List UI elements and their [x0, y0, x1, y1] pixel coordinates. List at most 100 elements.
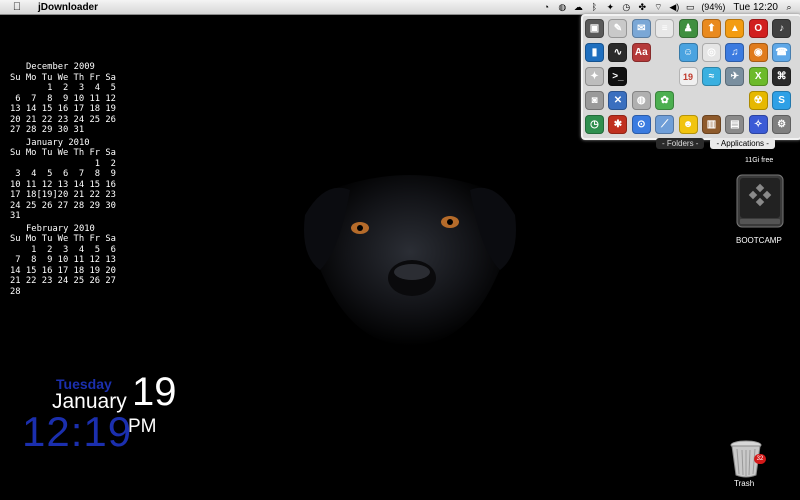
- trash-count-badge: 32: [754, 454, 766, 464]
- sys-pref-app-icon[interactable]: ⚙: [772, 115, 792, 134]
- calendar-month: January 2010 Su Mo Tu We Th Fr Sa 1 2 3 …: [10, 138, 116, 222]
- calendar-week-row: 6 7 8 9 10 11 12: [10, 93, 116, 104]
- opera-app-icon[interactable]: O: [748, 19, 768, 38]
- calendar-week-row: 10 11 12 13 14 15 16: [10, 179, 116, 190]
- empty-slot-5: [701, 91, 721, 110]
- empty-slot-2: [631, 67, 651, 86]
- calendar-week-row: 7 8 9 10 11 12 13: [10, 255, 116, 265]
- chrome-app-icon[interactable]: ◎: [701, 43, 721, 62]
- date-time-widget: Tuesday January 19 12:19 PM: [20, 370, 190, 460]
- trash-label[interactable]: Trash: [734, 479, 754, 488]
- growl-icon[interactable]: ✤: [637, 2, 647, 12]
- xbox-app-icon[interactable]: X: [748, 67, 768, 86]
- finder-app-icon[interactable]: ☺: [678, 43, 698, 62]
- calendar-weekday-header: Su Mo Tu We Th Fr Sa: [10, 72, 116, 83]
- script-app-icon[interactable]: ≡: [655, 19, 675, 38]
- adium-app-icon[interactable]: ☻: [678, 115, 698, 134]
- terminal-app-icon[interactable]: >_: [608, 67, 628, 86]
- preview-app-icon[interactable]: ▣: [585, 19, 604, 38]
- cloud-icon[interactable]: ☁: [573, 2, 583, 12]
- calendar-week-row: 21 22 23 24 25 26 27: [10, 276, 116, 286]
- menu-clock[interactable]: Tue 12:20: [733, 2, 778, 13]
- day-number: 19: [132, 370, 177, 414]
- calendar-week-row: 13 14 15 16 17 18 19: [10, 104, 116, 114]
- drive-label[interactable]: BOOTCAMP: [736, 236, 782, 245]
- calendar-week-row: 27 28 29 30 31: [10, 125, 85, 135]
- calendar-week-row: 14 15 16 17 18 19 20: [10, 265, 116, 276]
- camera-app-icon[interactable]: ◙: [585, 91, 604, 110]
- time-label: 12:19: [22, 408, 133, 455]
- system-info-app-icon[interactable]: ✦: [585, 67, 604, 86]
- time-machine-app-icon[interactable]: ◷: [585, 115, 604, 134]
- time-machine-icon[interactable]: ◷: [621, 2, 631, 12]
- empty-slot: [655, 43, 675, 62]
- stack-view-tabs: - Folders - - Applications -: [656, 138, 775, 149]
- volume-icon[interactable]: ◀): [669, 2, 679, 12]
- empty-slot-3: [655, 67, 675, 86]
- calendar-week-row: 31: [10, 211, 21, 221]
- drive-free-space: 11Gi free: [745, 157, 774, 164]
- calendar-week-row: 24 25 26 27 28 29 30: [10, 200, 116, 211]
- calendar-week-row: 28: [10, 286, 21, 297]
- calendar-weekday-header: Su Mo Tu We Th Fr Sa: [10, 234, 116, 244]
- hard-drive-icon[interactable]: [734, 171, 786, 231]
- activity-monitor-app-icon[interactable]: ∿: [608, 43, 628, 62]
- apple-menu-icon[interactable]: : [10, 0, 24, 14]
- dropbox-icon[interactable]: ✦: [605, 2, 615, 12]
- monitor-app-icon[interactable]: ◍: [631, 91, 651, 110]
- empty-slot-4: [678, 91, 698, 110]
- calendar-week-row: 20 21 22 23 24 25 26: [10, 114, 116, 125]
- calendar-weekday-header: Su Mo Tu We Th Fr Sa: [10, 148, 116, 158]
- globe-icon[interactable]: ◍: [557, 2, 567, 12]
- vlc-app-icon[interactable]: ▲: [725, 19, 745, 38]
- bluetooth-icon[interactable]: ᛒ: [589, 2, 599, 12]
- active-app-menu[interactable]: jDownloader: [38, 2, 98, 13]
- dictionary-app-icon[interactable]: Aa: [631, 43, 651, 62]
- calendar-month: December 2009 Su Mo Tu We Th Fr Sa 1 2 3…: [10, 62, 116, 136]
- fish-app-icon[interactable]: ≈: [701, 67, 721, 86]
- itunes-app-icon[interactable]: ♫: [725, 43, 745, 62]
- wifi-icon[interactable]: ⌔: [653, 2, 663, 12]
- firefox-app-icon[interactable]: ◉: [748, 43, 768, 62]
- audacity-app-icon[interactable]: ♪: [772, 19, 792, 38]
- ical-app-icon[interactable]: 19: [678, 67, 698, 86]
- utility-app-icon[interactable]: ▮: [585, 43, 604, 62]
- mail-app-icon[interactable]: ✉: [631, 19, 651, 38]
- calendar-month-title: February 2010: [26, 223, 95, 234]
- wallpaper-dog-image: [304, 175, 516, 346]
- xcode-app-icon[interactable]: ✕: [608, 91, 628, 110]
- battery-icon[interactable]: ▭: [685, 2, 695, 12]
- transmission-app-icon[interactable]: ⬆: [701, 19, 721, 38]
- calendar-week-row: 1 2: [10, 158, 116, 169]
- calendar-week-row: 3 4 5 6 7 8 9: [10, 169, 116, 179]
- calendar-month-title: December 2009: [26, 62, 95, 72]
- empty-slot-6: [725, 91, 745, 110]
- books-app-icon[interactable]: ▥: [701, 115, 721, 134]
- red-app-icon[interactable]: ✱: [608, 115, 628, 134]
- menu-extras: ◔ ◍ ☁ ᛒ ✦ ◷ ✤ ⌔ ◀) ▭ (94%) Tue 12:20 ⌕: [541, 0, 800, 14]
- calendar-week-row: 1 2 3 4 5: [10, 83, 116, 93]
- timer-icon[interactable]: ◔: [541, 2, 551, 12]
- skype-app-icon[interactable]: S: [772, 91, 792, 110]
- calendar-week-row: 17 18[19]20 21 22 23: [10, 190, 116, 200]
- clover-app-icon[interactable]: ✿: [655, 91, 675, 110]
- calendar-month: February 2010 Su Mo Tu We Th Fr Sa 1 2 3…: [10, 224, 116, 298]
- battery-percent[interactable]: (94%): [701, 2, 725, 12]
- spotlight-icon[interactable]: ⌕: [784, 2, 794, 12]
- network-app-icon[interactable]: ⌘: [772, 67, 792, 86]
- automator-app-icon[interactable]: ♟: [678, 19, 698, 38]
- radiation-app-icon[interactable]: ☢: [748, 91, 768, 110]
- applications-tab[interactable]: - Applications -: [710, 138, 775, 149]
- folders-tab[interactable]: - Folders -: [656, 138, 705, 149]
- safari-app-icon[interactable]: ⊙: [631, 115, 651, 134]
- calendar-month-title: January 2010: [26, 137, 90, 148]
- textedit-app-icon[interactable]: ✎: [608, 19, 628, 38]
- ichat-app-icon[interactable]: ☎: [772, 43, 792, 62]
- menu-bar:  jDownloader ◔ ◍ ☁ ᛒ ✦ ◷ ✤ ⌔ ◀) ▭ (94%)…: [0, 0, 800, 15]
- twitter-app-icon[interactable]: ✈: [725, 67, 745, 86]
- photo-app-icon[interactable]: ▤: [725, 115, 745, 134]
- applications-stack-popup: ▣ ✎ ✉ ≡ ♟ ⬆ ▲ O ♪ ▮ ∿ Aa ☺ ◎ ♫ ◉ ☎ ✦ >_ 19 ≈ ✈ X ⌘ ◙ ✕ ◍ ✿ ☢ S ◷ ✱ ⊙ ⟋ ☻ ▥ ▤…: [581, 14, 800, 140]
- feather-app-icon[interactable]: ⟋: [655, 115, 675, 134]
- stack-app-grid: ▣ ✎ ✉ ≡ ♟ ⬆ ▲ O ♪ ▮ ∿ Aa ☺ ◎ ♫ ◉ ☎ ✦ >_ 19 ≈ ✈ X ⌘ ◙ ✕ ◍ ✿ ☢ S ◷ ✱ ⊙ ⟋ ☻ ▥ ▤…: [585, 19, 796, 139]
- compass-app-icon[interactable]: ✧: [748, 115, 768, 134]
